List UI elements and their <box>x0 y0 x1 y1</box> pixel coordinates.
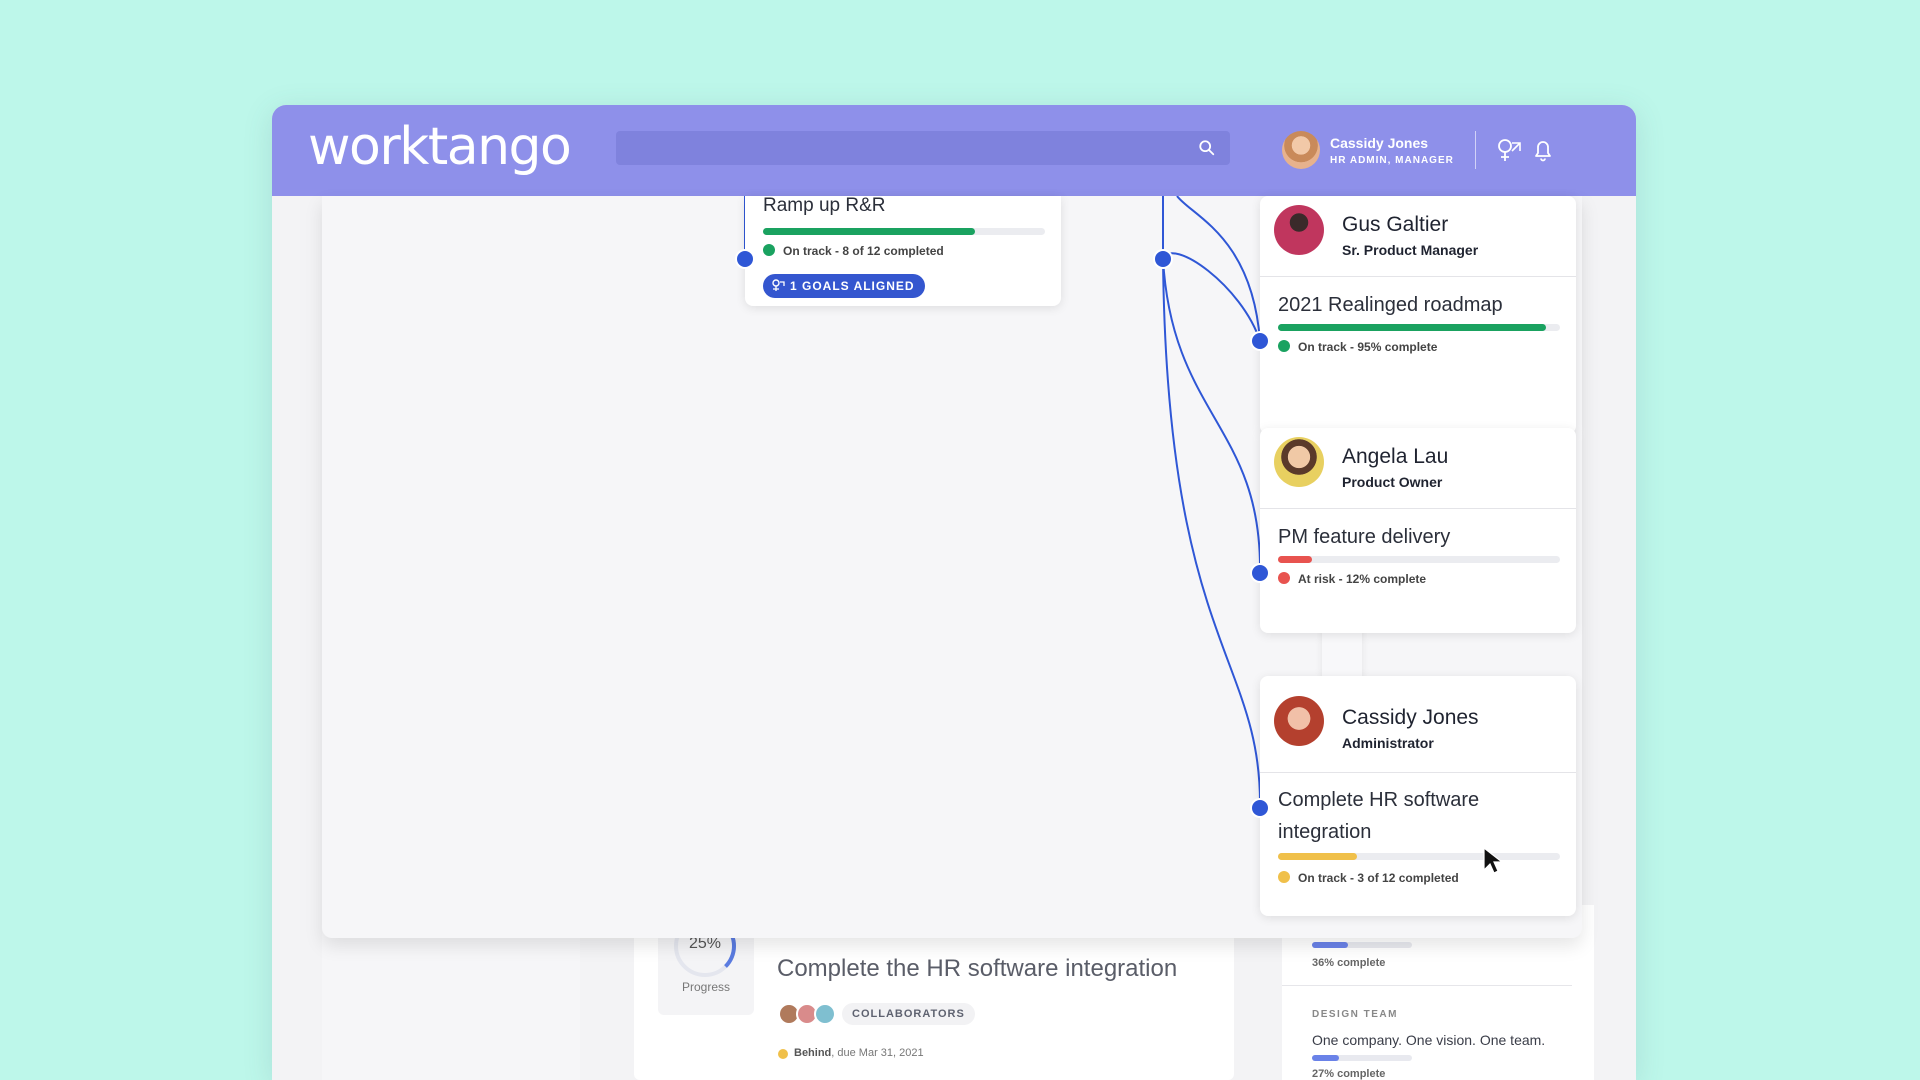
goal-status: Behind, due Mar 31, 2021 <box>794 1047 924 1059</box>
aligned-goals-icon <box>772 279 785 291</box>
card-header: Gus Galtier Sr. Product Manager <box>1260 196 1576 277</box>
app-window: worktango Cassidy Jones HR ADMIN, MANAGE… <box>272 105 1636 1080</box>
person-name[interactable]: Angela Lau <box>1342 445 1448 469</box>
goal-status: At risk - 12% complete <box>1298 572 1427 586</box>
team-progress-fill <box>1312 1055 1339 1061</box>
goal-status: On track - 3 of 12 completed <box>1298 871 1459 885</box>
aligned-goal-card[interactable]: Angela Lau Product Owner PM feature deli… <box>1260 428 1576 633</box>
user-role: HR ADMIN, MANAGER <box>1330 155 1454 166</box>
goal-progress-bar <box>1278 324 1560 331</box>
goal-progress-bar <box>1278 556 1560 563</box>
alignment-node[interactable] <box>737 251 753 267</box>
user-avatar[interactable] <box>1282 131 1320 169</box>
goals-aligned-badge[interactable]: 1 GOALS ALIGNED <box>763 274 925 298</box>
user-name[interactable]: Cassidy Jones <box>1330 135 1428 151</box>
alignment-node[interactable] <box>1252 565 1268 581</box>
goal-status: On track - 95% complete <box>1298 340 1438 354</box>
alignment-node[interactable] <box>1252 800 1268 816</box>
goal-status: On track - 8 of 12 completed <box>783 244 944 258</box>
topbar-divider <box>1475 131 1476 169</box>
status-dot <box>1278 340 1290 352</box>
team-goal-text[interactable]: One company. One vision. One team. <box>1312 1032 1545 1048</box>
app-logo[interactable]: worktango <box>308 117 572 177</box>
alignment-overlay: Ramp up R&R On track - 8 of 12 completed… <box>322 195 1582 938</box>
goal-title[interactable]: Complete HR software integration <box>1278 784 1548 848</box>
team-progress-bar <box>1312 942 1412 948</box>
goal-progress-fill <box>1278 556 1312 563</box>
team-progress-bar <box>1312 1055 1412 1061</box>
avatar <box>1274 205 1324 255</box>
avatar <box>814 1003 836 1025</box>
aligned-goals-icon[interactable] <box>1494 135 1524 165</box>
progress-label: Progress <box>681 980 731 994</box>
goal-title[interactable]: PM feature delivery <box>1278 521 1450 553</box>
aligned-goal-card[interactable]: Cassidy Jones Administrator Complete HR … <box>1260 676 1576 916</box>
avatar <box>1274 696 1324 746</box>
team-progress-label: 27% complete <box>1312 1068 1386 1080</box>
root-goal-card[interactable]: Ramp up R&R On track - 8 of 12 completed… <box>745 195 1061 306</box>
card-header: Cassidy Jones Administrator <box>1260 676 1576 773</box>
person-name[interactable]: Gus Galtier <box>1342 213 1448 237</box>
goal-progress-bar <box>1278 853 1560 860</box>
top-bar: worktango Cassidy Jones HR ADMIN, MANAGE… <box>272 105 1636 196</box>
team-progress-label: 36% complete <box>1312 957 1386 969</box>
goal-progress-fill <box>1278 324 1546 331</box>
alignment-line <box>1162 252 1261 342</box>
person-title: Product Owner <box>1342 474 1443 490</box>
goal-title[interactable]: Complete the HR software integration <box>777 955 1177 983</box>
bell-icon[interactable] <box>1528 135 1558 165</box>
goal-progress-fill <box>1278 853 1357 860</box>
goal-progress-fill <box>763 228 975 235</box>
person-title: Administrator <box>1342 735 1434 751</box>
status-dot <box>1278 871 1290 883</box>
team-label: DESIGN TEAM <box>1312 1009 1398 1020</box>
goals-aligned-label: 1 GOALS ALIGNED <box>790 279 915 293</box>
collaborators-label[interactable]: COLLABORATORS <box>842 1003 975 1025</box>
search-icon[interactable] <box>1198 139 1216 157</box>
alignment-node[interactable] <box>1252 333 1268 349</box>
person-name[interactable]: Cassidy Jones <box>1342 706 1479 730</box>
status-dot <box>1278 572 1290 584</box>
status-dot <box>763 244 775 256</box>
aligned-goal-card[interactable]: Gus Galtier Sr. Product Manager 2021 Rea… <box>1260 196 1576 434</box>
person-title: Sr. Product Manager <box>1342 242 1479 258</box>
alignment-line <box>1162 258 1262 574</box>
avatar <box>1274 437 1324 487</box>
card-header: Angela Lau Product Owner <box>1260 428 1576 509</box>
search-input[interactable] <box>616 131 1230 165</box>
alignment-line <box>1176 196 1261 342</box>
goal-progress-bar <box>763 228 1045 235</box>
alignment-node[interactable] <box>1155 251 1171 267</box>
goal-title[interactable]: 2021 Realinged roadmap <box>1278 289 1503 321</box>
goal-title[interactable]: Ramp up R&R <box>763 190 886 222</box>
cursor-icon <box>1483 846 1504 874</box>
collaborator-avatars[interactable] <box>778 1003 852 1025</box>
team-progress-fill <box>1312 942 1348 948</box>
status-dot <box>778 1049 788 1059</box>
divider <box>1282 985 1572 986</box>
